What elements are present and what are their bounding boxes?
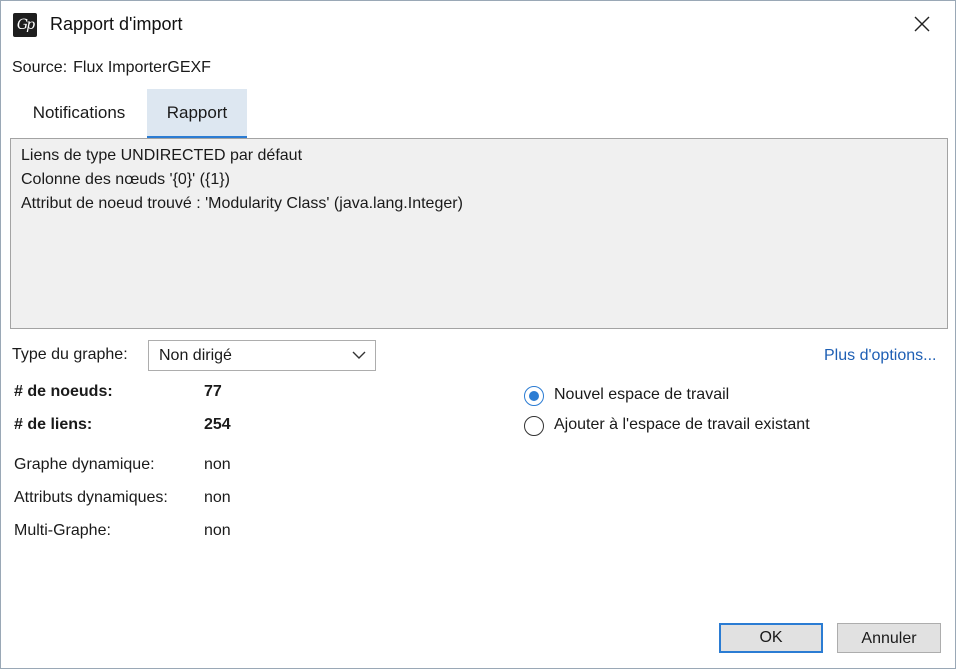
chevron-down-icon xyxy=(352,351,366,359)
gephi-app-icon: Gp xyxy=(13,13,37,37)
report-line: Liens de type UNDIRECTED par défaut xyxy=(21,147,303,164)
ok-button[interactable]: OK xyxy=(719,623,823,653)
close-icon xyxy=(914,16,930,32)
dynamic-attributes-value: non xyxy=(204,489,231,506)
edges-count-value: 254 xyxy=(204,416,231,433)
more-options-link[interactable]: Plus d'options... xyxy=(824,347,936,365)
source-label: Source: xyxy=(12,59,68,76)
graph-type-label: Type du graphe: xyxy=(12,346,128,363)
source-line: Source: Flux ImporterGEXF xyxy=(12,59,211,77)
dynamic-attributes-label: Attributs dynamiques: xyxy=(14,489,168,506)
edges-count-label: # de liens: xyxy=(14,416,93,433)
report-line: Colonne des nœuds '{0}' ({1}) xyxy=(21,171,230,188)
report-text-area[interactable]: Liens de type UNDIRECTED par défaut Colo… xyxy=(10,138,948,329)
dynamic-graph-value: non xyxy=(204,456,231,473)
new-workspace-label: Nouvel espace de travail xyxy=(554,386,730,403)
append-workspace-radio[interactable] xyxy=(524,416,544,436)
nodes-count-label: # de noeuds: xyxy=(14,383,113,400)
source-value: Flux ImporterGEXF xyxy=(73,59,211,76)
dynamic-graph-label: Graphe dynamique: xyxy=(14,456,155,473)
nodes-count-value: 77 xyxy=(204,383,222,400)
multigraph-value: non xyxy=(204,522,231,539)
tab-rapport[interactable]: Rapport xyxy=(147,89,247,139)
window-title: Rapport d'import xyxy=(50,14,183,34)
title-bar: Gp Rapport d'import xyxy=(1,1,955,47)
tab-notifications[interactable]: Notifications xyxy=(17,89,141,136)
tab-bar: Notifications Rapport xyxy=(11,89,947,139)
append-workspace-label: Ajouter à l'espace de travail existant xyxy=(554,416,810,433)
multigraph-label: Multi-Graphe: xyxy=(14,522,111,539)
graph-type-select[interactable]: Non dirigé xyxy=(148,340,376,371)
graph-type-value: Non dirigé xyxy=(159,347,232,364)
report-line: Attribut de noeud trouvé : 'Modularity C… xyxy=(21,195,463,212)
new-workspace-radio[interactable] xyxy=(524,386,544,406)
cancel-button[interactable]: Annuler xyxy=(837,623,941,653)
close-button[interactable] xyxy=(905,9,939,39)
import-report-dialog: Gp Rapport d'import Source: Flux Importer… xyxy=(0,0,956,669)
